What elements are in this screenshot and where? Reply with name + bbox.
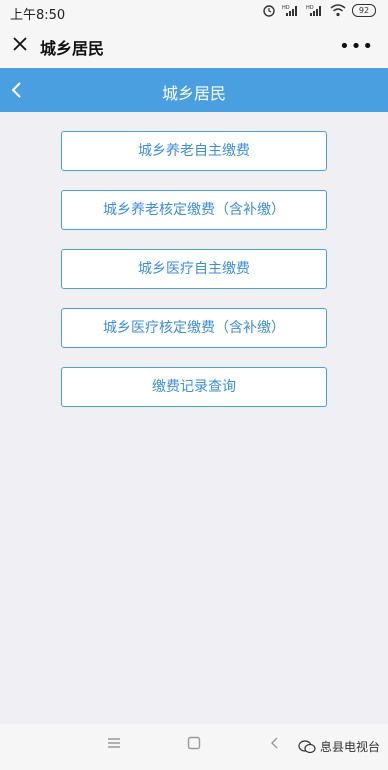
medical-assessed-pay-button[interactable]: 城乡医疗核定缴费（含补缴） xyxy=(61,308,327,348)
menu-icon[interactable] xyxy=(107,736,121,750)
battery-icon: 92 xyxy=(352,3,376,17)
window-title: 城乡居民 xyxy=(40,39,105,58)
alarm-icon xyxy=(263,5,275,17)
status-bar: 上午8:50 HD HD 92 xyxy=(0,0,388,24)
hd-signal-icon: HD xyxy=(282,5,297,16)
nav-back-icon[interactable] xyxy=(268,736,282,750)
watermark: 息县电视台 xyxy=(298,738,380,755)
page-title: 城乡居民 xyxy=(161,84,226,103)
pension-self-pay-button[interactable]: 城乡养老自主缴费 xyxy=(61,131,327,171)
svg-text:HD: HD xyxy=(282,5,290,11)
hd-signal-icon: HD xyxy=(306,5,321,16)
medical-self-pay-button[interactable]: 城乡医疗自主缴费 xyxy=(61,249,327,289)
svg-text:HD: HD xyxy=(306,5,314,11)
more-options-icon[interactable]: ••• xyxy=(339,36,374,57)
pension-assessed-pay-button[interactable]: 城乡养老核定缴费（含补缴） xyxy=(61,190,327,230)
payment-record-query-button[interactable]: 缴费记录查询 xyxy=(61,367,327,407)
watermark-text: 息县电视台 xyxy=(319,740,380,754)
wechat-title-bar: 城乡居民 ••• xyxy=(0,24,388,68)
wechat-logo-icon xyxy=(298,739,316,753)
home-icon[interactable] xyxy=(187,736,201,750)
status-icons: HD HD 92 xyxy=(262,3,376,17)
close-icon[interactable] xyxy=(10,34,30,54)
status-time: 上午8:50 xyxy=(10,8,66,23)
page-header: 城乡居民 xyxy=(0,68,388,112)
menu-list: 城乡养老自主缴费 城乡养老核定缴费（含补缴） 城乡医疗自主缴费 城乡医疗核定缴费… xyxy=(61,131,327,426)
wifi-icon xyxy=(330,3,346,16)
